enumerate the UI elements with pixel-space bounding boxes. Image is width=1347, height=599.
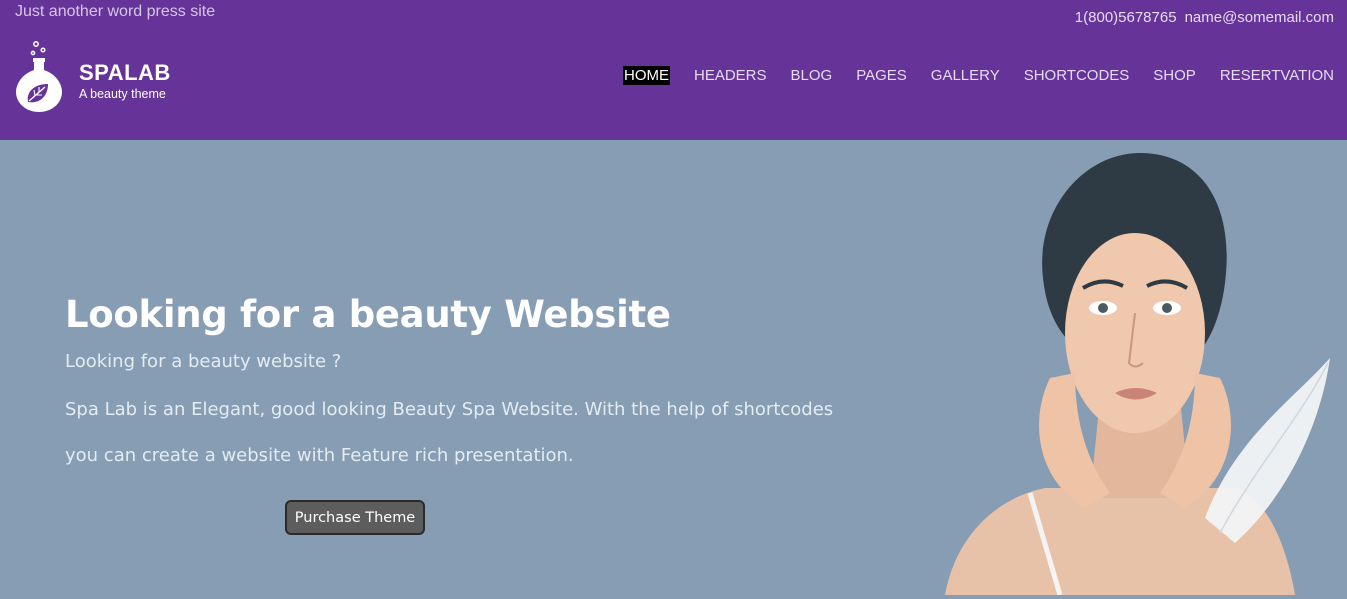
phone-number[interactable]: 1(800)5678765 xyxy=(1075,9,1177,26)
nav-item-shop[interactable]: SHOP xyxy=(1153,66,1196,85)
nav-item-headers[interactable]: HEADERS xyxy=(694,66,767,85)
nav-item-shortcodes[interactable]: SHORTCODES xyxy=(1024,66,1130,85)
email-address[interactable]: name@somemail.com xyxy=(1185,9,1334,26)
contact-info: 1(800)5678765 name@somemail.com xyxy=(1075,9,1334,26)
logo-name[interactable]: SPALAB xyxy=(79,60,171,86)
nav-item-reservation[interactable]: RESERTVATION xyxy=(1220,66,1334,85)
site-header: Just another word press site 1(800)56787… xyxy=(0,0,1347,140)
site-tagline: Just another word press site xyxy=(15,3,216,20)
nav-item-home[interactable]: HOME xyxy=(622,66,670,85)
flask-leaf-icon[interactable] xyxy=(14,40,64,114)
nav-item-gallery[interactable]: GALLERY xyxy=(931,66,1000,85)
logo-subtitle: A beauty theme xyxy=(79,87,166,101)
hero-title: Looking for a beauty Website xyxy=(65,293,671,336)
hero-subtitle: Looking for a beauty website ? xyxy=(65,351,342,372)
nav-item-pages[interactable]: PAGES xyxy=(856,66,907,85)
nav-item-blog[interactable]: BLOG xyxy=(791,66,833,85)
hero-description: Spa Lab is an Elegant, good looking Beau… xyxy=(65,399,834,466)
woman-with-feather-image xyxy=(935,148,1347,596)
purchase-theme-button[interactable]: Purchase Theme xyxy=(285,500,425,535)
main-nav: HOME HEADERS BLOG PAGES GALLERY SHORTCOD… xyxy=(622,66,1334,85)
